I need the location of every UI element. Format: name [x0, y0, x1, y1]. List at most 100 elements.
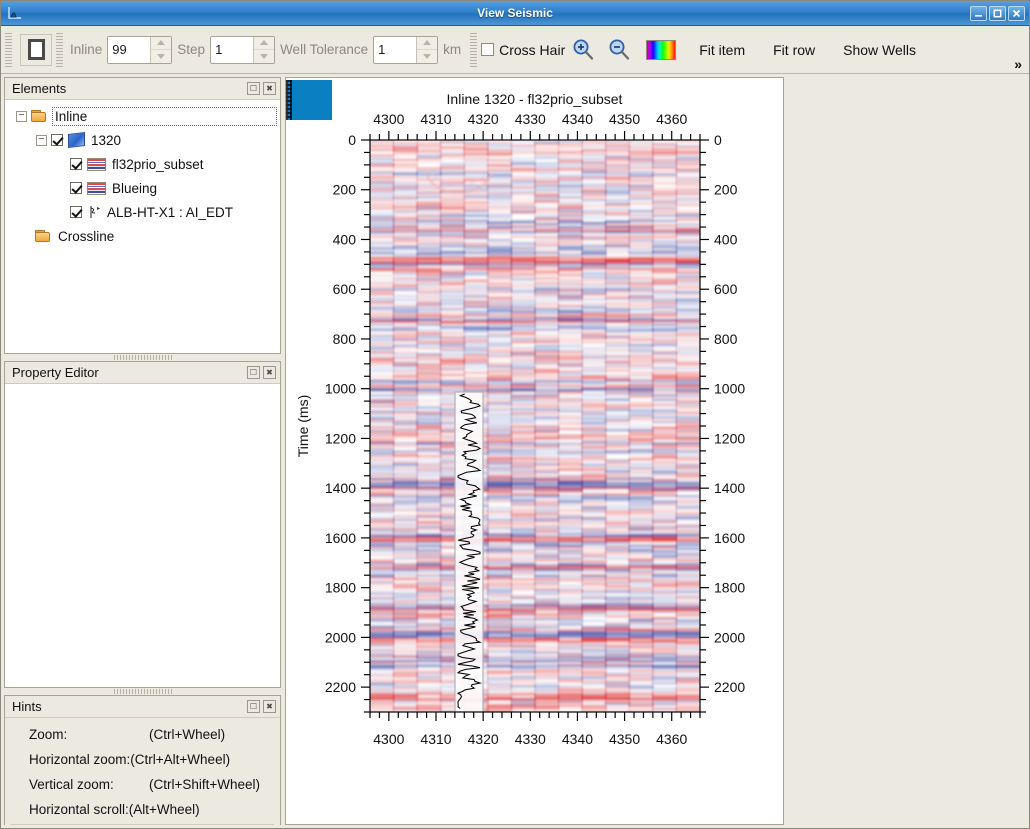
close-button[interactable]: [1008, 6, 1025, 21]
x-tick-label-bottom: 4340: [562, 731, 593, 747]
well-tolerance-input[interactable]: [374, 37, 416, 63]
x-tick-label-top: 4310: [420, 111, 451, 127]
well-tolerance-spinner[interactable]: [373, 36, 438, 64]
tree-label-1320: 1320: [91, 133, 121, 148]
x-tick-label-top: 4360: [656, 111, 687, 127]
y-tick-label-right: 400: [714, 231, 738, 247]
fit-item-button[interactable]: Fit item: [699, 42, 745, 58]
expander-1320[interactable]: −: [36, 135, 47, 146]
step-input[interactable]: [211, 37, 253, 63]
toolbar-grip-3[interactable]: [470, 33, 477, 67]
color-bar-icon[interactable]: [646, 40, 676, 60]
hints-panel: Hints ☐ ✖ Zoom: (Ctrl+Wheel) Horizontal …: [4, 695, 281, 825]
plane-icon: [68, 132, 85, 148]
inline-spinner-up[interactable]: [151, 37, 171, 51]
panel-toggle-button[interactable]: [20, 34, 52, 66]
seismic-plot[interactable]: 4300430043104310432043204330433043404340…: [286, 78, 783, 824]
step-spinner-up[interactable]: [254, 37, 274, 51]
y-tick-label-left: 200: [333, 182, 357, 198]
x-tick-label-top: 4300: [373, 111, 404, 127]
cross-hair-checkbox[interactable]: [481, 43, 494, 56]
checkbox-alb-ht-x1[interactable]: [70, 206, 82, 218]
window-title: View Seismic: [1, 6, 1029, 20]
x-tick-label-bottom: 4310: [420, 731, 451, 747]
toolbar-overflow-button[interactable]: »: [1014, 56, 1022, 72]
show-wells-button[interactable]: Show Wells: [843, 42, 916, 58]
left-dock-column: Elements ☐ ✖ − Inline −: [1, 74, 283, 828]
step-spinner-down[interactable]: [254, 50, 274, 63]
checkbox-fl32prio-subset[interactable]: [70, 158, 82, 170]
hint-value: (Ctrl+Shift+Wheel): [149, 777, 260, 792]
zoom-out-icon[interactable]: [606, 37, 632, 63]
float-panel-icon[interactable]: ☐: [247, 700, 260, 713]
y-tick-label-left: 2200: [325, 679, 356, 695]
tree-label-crossline: Crossline: [58, 229, 114, 244]
hint-value: (Ctrl+Alt+Wheel): [130, 752, 230, 767]
tree-label-alb-ht-x1: ALB-HT-X1 : AI_EDT: [107, 205, 233, 220]
chart-dock-column: Inline 1320 - fl32prio_subset: [283, 74, 1029, 828]
step-spinner-arrows[interactable]: [253, 37, 274, 63]
property-editor-title: Property Editor: [12, 365, 99, 380]
maximize-button[interactable]: [989, 6, 1006, 21]
splitter-elements-property[interactable]: [4, 354, 281, 361]
well-tolerance-spinner-arrows[interactable]: [416, 37, 437, 63]
seismic-plot-svg[interactable]: 4300430043104310432043204330433043404340…: [286, 78, 783, 778]
tree-label-fl32prio-subset: fl32prio_subset: [112, 157, 204, 172]
tree-item-fl32prio-subset[interactable]: fl32prio_subset: [8, 152, 277, 176]
inline-spinner-down[interactable]: [151, 50, 171, 63]
inline-spinner-arrows[interactable]: [150, 37, 171, 63]
y-tick-label-left: 1200: [325, 430, 356, 446]
close-panel-icon[interactable]: ✖: [263, 366, 276, 379]
zoom-in-icon[interactable]: [570, 37, 596, 63]
folder-icon: [35, 230, 52, 243]
close-panel-icon[interactable]: ✖: [263, 82, 276, 95]
checkbox-blueing[interactable]: [70, 182, 82, 194]
y-tick-label-right: 2200: [714, 679, 745, 695]
well-log-track[interactable]: [455, 392, 483, 712]
close-panel-icon[interactable]: ✖: [263, 700, 276, 713]
well-tolerance-spinner-down[interactable]: [417, 50, 437, 63]
expander-inline[interactable]: −: [16, 111, 27, 122]
step-spinner[interactable]: [210, 36, 275, 64]
tree-item-crossline[interactable]: Crossline: [8, 224, 277, 248]
inline-label: Inline: [70, 42, 102, 57]
x-tick-label-top: 4340: [562, 111, 593, 127]
property-editor-content[interactable]: [5, 384, 280, 687]
y-tick-label-left: 0: [348, 132, 356, 148]
y-tick-label-right: 1200: [714, 430, 745, 446]
inline-input[interactable]: [108, 37, 150, 63]
hint-key: Zoom:: [29, 727, 149, 742]
y-tick-label-right: 800: [714, 331, 738, 347]
view-seismic-window: View Seismic Inline Step: [0, 0, 1030, 829]
hints-list: Zoom: (Ctrl+Wheel) Horizontal zoom: (Ctr…: [5, 718, 280, 827]
elements-panel: Elements ☐ ✖ − Inline −: [4, 77, 281, 354]
y-tick-label-left: 800: [333, 331, 357, 347]
minimize-button[interactable]: [970, 6, 987, 21]
unit-label: km: [443, 42, 461, 57]
tree-item-inline[interactable]: − Inline: [8, 104, 277, 128]
well-tolerance-label: Well Tolerance: [280, 42, 368, 57]
well-tolerance-spinner-up[interactable]: [417, 37, 437, 51]
cross-hair-toggle[interactable]: Cross Hair: [481, 42, 565, 58]
hint-value: (Alt+Wheel): [129, 802, 200, 817]
y-tick-label-left: 1400: [325, 480, 356, 496]
y-tick-label-right: 2000: [714, 629, 745, 645]
y-tick-label-right: 600: [714, 281, 738, 297]
tree-item-1320[interactable]: − 1320: [8, 128, 277, 152]
toolbar-grip-2[interactable]: [56, 33, 63, 67]
y-tick-label-right: 1000: [714, 381, 745, 397]
tree-label-inline: Inline: [52, 107, 277, 126]
y-tick-label-left: 1000: [325, 381, 356, 397]
window-controls: [970, 6, 1029, 21]
fit-row-button[interactable]: Fit row: [773, 42, 815, 58]
tree-item-alb-ht-x1[interactable]: ALB-HT-X1 : AI_EDT: [8, 200, 277, 224]
elements-tree[interactable]: − Inline − 1320: [5, 100, 280, 353]
float-panel-icon[interactable]: ☐: [247, 366, 260, 379]
splitter-property-hints[interactable]: [4, 688, 281, 695]
inline-spinner[interactable]: [107, 36, 172, 64]
toolbar-grip-1[interactable]: [5, 33, 12, 67]
y-tick-label-right: 1600: [714, 530, 745, 546]
checkbox-1320[interactable]: [51, 134, 63, 146]
float-panel-icon[interactable]: ☐: [247, 82, 260, 95]
tree-item-blueing[interactable]: Blueing: [8, 176, 277, 200]
